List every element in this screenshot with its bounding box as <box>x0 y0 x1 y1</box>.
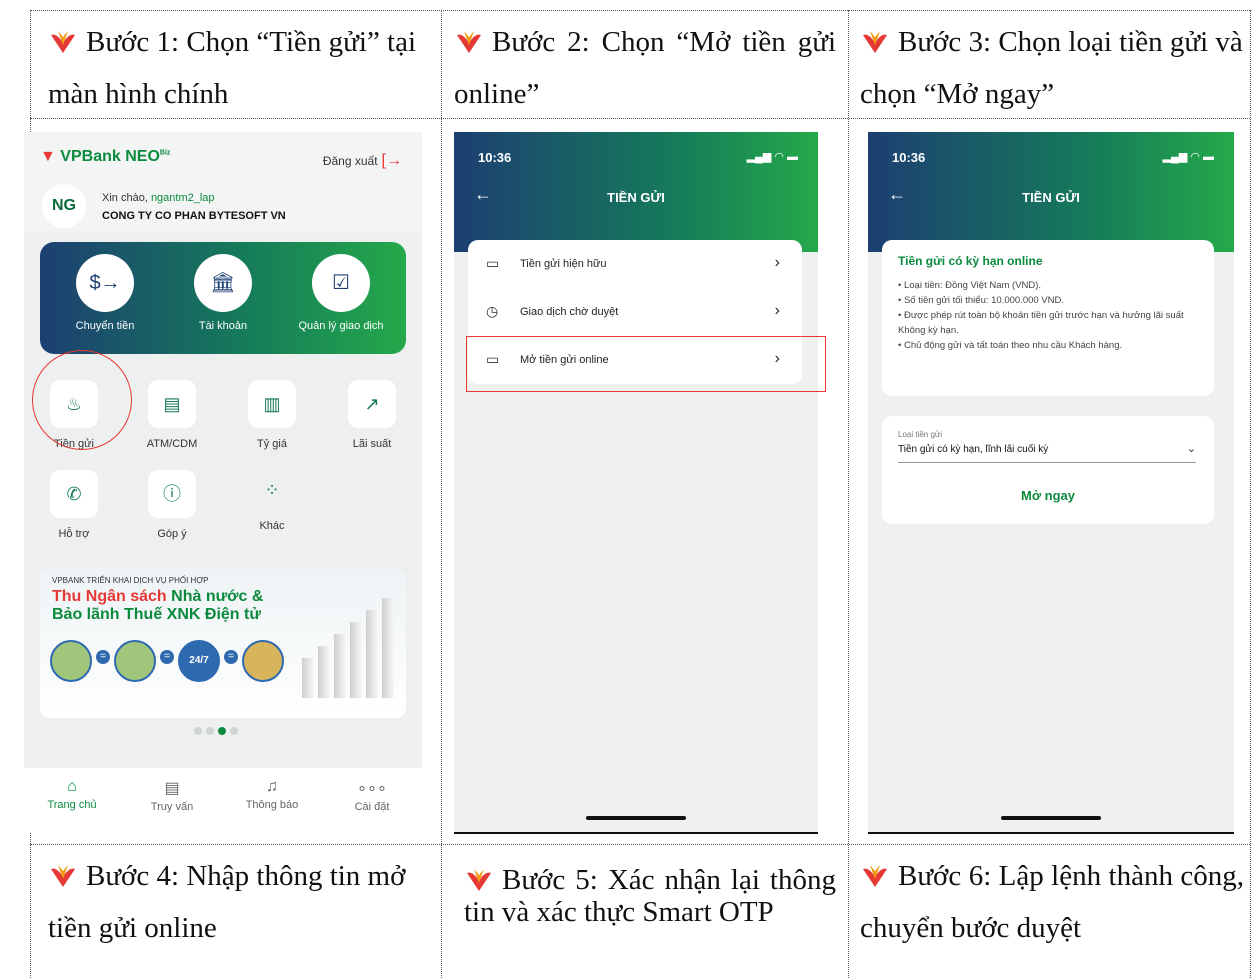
home-icon: ⌂ <box>67 778 77 795</box>
bar-chart-icon: ▥ <box>248 380 296 428</box>
vpbank-bullet-icon <box>863 865 887 887</box>
step-4-text: Bước 4: Nhập thông tin mở tiền gửi onlin… <box>48 860 406 944</box>
step-2-caption: Bước 2: Chọn “Mở tiền gửi online” <box>454 16 836 120</box>
bottom-nav: ⌂ Trang chủ ▤ Truy vấn ♫ Thông báo ∘∘∘ Cài đ… <box>24 768 422 832</box>
menu-exchange-rate[interactable]: ▥ Tỷ giá <box>232 380 312 450</box>
grid-icon: ⁘ <box>264 480 280 500</box>
deposit-type-select[interactable]: Tiền gửi có kỳ hạn, lĩnh lãi cuối kỳ <box>898 444 1048 455</box>
screen-title: TIỀN GỬI <box>607 190 665 205</box>
logout-button[interactable]: Đăng xuất [→ <box>323 152 402 170</box>
document-icon: ▤ <box>164 780 180 797</box>
highlight-circle <box>32 350 132 450</box>
quick-action-transfer[interactable]: $→ Chuyển tiền <box>50 254 160 332</box>
bank-icon: 🏛 <box>194 254 252 312</box>
clock-247-icon: 24/7 <box>178 640 220 682</box>
open-now-button[interactable]: Mở ngay <box>882 488 1214 503</box>
list-item: • Chủ động gửi và tất toán theo nhu cầu … <box>898 340 1123 351</box>
nav-settings[interactable]: ∘∘∘ Cài đặt <box>332 778 412 813</box>
list-item: • Được phép rút toàn bộ khoản tiền gửi t… <box>898 310 1184 336</box>
logout-icon: [→ <box>381 152 402 169</box>
carousel-dots[interactable] <box>194 722 242 740</box>
menu-other[interactable]: ⁘ Khác <box>232 470 312 532</box>
menu-support[interactable]: ✆ Hỗ trợ <box>34 470 114 540</box>
home-indicator <box>1001 816 1101 820</box>
vpbank-neo-logo: ▼ VPBank NEOBiz <box>40 148 171 165</box>
screen-home: ▼ VPBank NEOBiz Đăng xuất [→ NG Xin chào,… <box>24 132 422 832</box>
chevron-right-icon: › <box>774 254 780 271</box>
menu-interest-rate[interactable]: ↗ Lãi suất <box>332 380 412 450</box>
greeting: Xin chào, ngantm2_lap <box>102 192 215 204</box>
banner-title-1: Thu Ngân sách Nhà nước & <box>52 588 264 605</box>
step-4-caption: Bước 4: Nhập thông tin mở tiền gửi onlin… <box>48 850 432 954</box>
home-header: ▼ VPBank NEOBiz Đăng xuất [→ NG Xin chào,… <box>24 132 422 232</box>
more-icon: ∘∘∘ <box>356 780 388 797</box>
screen-deposit-type: 10:36 ▂▄▆ ◠ ▬ ← TIỀN GỬI Tiền gửi có kỳ … <box>868 132 1234 832</box>
vpbank-bullet-icon <box>457 31 481 53</box>
list-item: • Số tiền gửi tối thiểu: 10.000.000 VND. <box>898 295 1065 306</box>
highlight-box <box>466 336 826 392</box>
step-1-caption: Bước 1: Chọn “Tiền gửi” tại màn hình chí… <box>48 16 432 120</box>
chevron-down-icon[interactable]: ⌄ <box>1187 442 1196 455</box>
vpbank-bullet-icon <box>51 865 75 887</box>
menu-feedback[interactable]: ⓘ Góp ý <box>132 470 212 540</box>
bell-icon: ♫ <box>266 778 278 795</box>
transfer-icon: $→ <box>76 254 134 312</box>
step-5-text: Bước 5: Xác nhận lại thông tin và xác th… <box>464 864 836 928</box>
deposit-type-label: Loại tiền gửi <box>898 430 943 439</box>
step-3-text: Bước 3: Chọn loại tiền gửi và chọn “Mở n… <box>860 26 1243 110</box>
clock-icon: ◷ <box>486 303 499 319</box>
status-time: 10:36 <box>478 150 512 165</box>
avatar: NG <box>42 184 86 228</box>
deposit-type-card: Loại tiền gửi Tiền gửi có kỳ hạn, lĩnh l… <box>882 416 1214 524</box>
screen-title: TIỀN GỬI <box>1022 190 1080 205</box>
menu-atm[interactable]: ▤ ATM/CDM <box>132 380 212 450</box>
promo-banner[interactable]: VPBANK TRIỂN KHAI DỊCH VỤ PHỐI HỢP Thu N… <box>40 568 406 718</box>
banner-title-2: Bảo lãnh Thuế XNK Điện tử <box>52 606 261 623</box>
username: ngantm2_lap <box>150 192 215 204</box>
deposit-info-list: • Loại tiền: Đồng Việt Nam (VND). • Số t… <box>898 278 1204 353</box>
nav-query[interactable]: ▤ Truy vấn <box>132 778 212 813</box>
vpbank-bullet-icon <box>51 31 75 53</box>
handshake-icon <box>50 640 92 682</box>
deposit-info-card: Tiền gửi có kỳ hạn online • Loại tiền: Đ… <box>882 240 1214 396</box>
quick-action-transactions[interactable]: ☑ Quản lý giao dịch <box>286 254 396 332</box>
line-chart-icon: ↗ <box>348 380 396 428</box>
step-6-caption: Bước 6: Lập lệnh thành công, chuyển bước… <box>860 850 1244 954</box>
vpbank-bullet-icon <box>467 869 491 891</box>
chevron-right-icon: › <box>774 302 780 319</box>
leaf-icon <box>114 640 156 682</box>
banner-caption: VPBANK TRIỂN KHAI DỊCH VỤ PHỐI HỢP <box>52 576 209 585</box>
info-icon: ⓘ <box>148 470 196 518</box>
step-3-caption: Bước 3: Chọn loại tiền gửi và chọn “Mở n… <box>860 16 1244 120</box>
company-name: CONG TY CO PHAN BYTESOFT VN <box>102 210 286 222</box>
step-5-caption: Bước 5: Xác nhận lại thông tin và xác th… <box>464 864 836 928</box>
list-item: • Loại tiền: Đồng Việt Nam (VND). <box>898 280 1042 291</box>
home-indicator <box>586 816 686 820</box>
step-2-text: Bước 2: Chọn “Mở tiền gửi online” <box>454 26 836 110</box>
nav-home[interactable]: ⌂ Trang chủ <box>32 778 112 811</box>
nav-notifications[interactable]: ♫ Thông báo <box>232 778 312 811</box>
quick-action-account[interactable]: 🏛 Tài khoản <box>168 254 278 332</box>
menu-existing-deposit[interactable]: ▭ Tiền gửi hiện hữu › <box>468 240 802 288</box>
transaction-manage-icon: ☑ <box>312 254 370 312</box>
deposit-info-title: Tiền gửi có kỳ hạn online <box>898 254 1043 268</box>
step-1-text: Bước 1: Chọn “Tiền gửi” tại màn hình chí… <box>48 26 417 110</box>
coins-icon <box>242 640 284 682</box>
phone-icon: ✆ <box>50 470 98 518</box>
status-icons: ▂▄▆ ◠ ▬ <box>746 151 798 163</box>
status-time: 10:36 <box>892 150 926 165</box>
atm-icon: ▤ <box>148 380 196 428</box>
card-icon: ▭ <box>486 255 500 271</box>
status-icons: ▂▄▆ ◠ ▬ <box>1162 151 1214 163</box>
quick-action-card: $→ Chuyển tiền 🏛 Tài khoản ☑ Quản lý gia… <box>40 242 406 354</box>
vpbank-bullet-icon <box>863 31 887 53</box>
menu-pending-transactions[interactable]: ◷ Giao dịch chờ duyệt › <box>468 288 802 336</box>
screen-deposit-menu: 10:36 ▂▄▆ ◠ ▬ ← TIỀN GỬI ▭ Tiền gửi hiện… <box>454 132 818 832</box>
step-6-text: Bước 6: Lập lệnh thành công, chuyển bước… <box>860 860 1244 944</box>
